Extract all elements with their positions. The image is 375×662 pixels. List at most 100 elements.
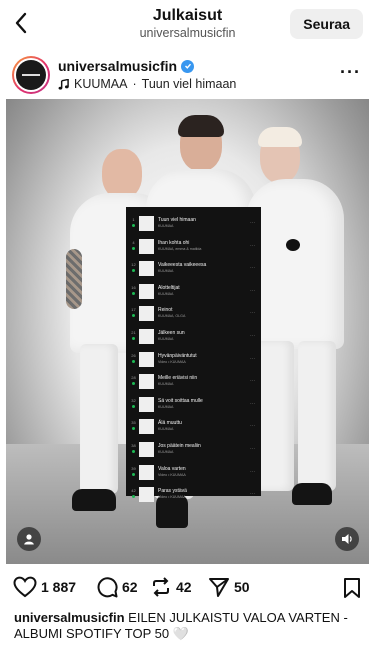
playlist-track-row: 32 Sä voit soittaa mulle KUUMAA ··· xyxy=(126,395,261,418)
track-rank: 12 xyxy=(131,262,136,268)
track-rank: 21 xyxy=(131,329,136,335)
track-more-icon: ··· xyxy=(250,332,255,339)
track-title: Tuun viel himaan xyxy=(158,217,196,223)
top-bar: Julkaisut universalmusicfin Seuraa xyxy=(0,0,375,48)
post-header: universalmusicfin KUUMAA · Tuun viel him… xyxy=(0,56,375,96)
track-artwork xyxy=(139,351,154,367)
track-trend-icon xyxy=(132,269,135,273)
track-trend-icon xyxy=(132,404,135,408)
more-options-button[interactable]: ··· xyxy=(340,62,361,83)
track-title: Jälkeen sun xyxy=(158,329,185,336)
spotify-chart-overlay: 1 Tuun viel himaan KUUMAA ··· 4 Ihan kohta oh… xyxy=(126,207,261,503)
track-more-icon: ··· xyxy=(250,423,255,430)
action-bar: 1 887 62 42 50 xyxy=(0,574,375,602)
track-artwork xyxy=(139,441,154,457)
save-button[interactable] xyxy=(343,577,361,604)
track-trend-icon xyxy=(132,314,135,318)
track-more-icon: ··· xyxy=(250,378,255,385)
avatar[interactable] xyxy=(12,56,50,94)
track-more-icon: ··· xyxy=(250,287,255,294)
track-rank: 28 xyxy=(131,375,136,381)
post-author[interactable]: universalmusicfin xyxy=(58,58,195,74)
more-caption-fade xyxy=(14,648,364,662)
track-title: Ihan kohta ohi xyxy=(158,239,190,246)
track-title: Sä voit soittaa mulle xyxy=(158,397,203,404)
track-more-icon: ··· xyxy=(250,491,255,498)
track-title: Jos päätein mealiin xyxy=(158,442,201,449)
comment-icon xyxy=(97,577,118,598)
comment-button[interactable]: 62 xyxy=(96,576,138,598)
track-artist: KUUMAA, emma & matilda xyxy=(158,246,202,251)
share-count: 50 xyxy=(234,579,250,595)
mute-toggle-button[interactable] xyxy=(335,527,359,551)
track-artist: KUUMAA xyxy=(158,291,174,296)
playlist-track-row: 42 Paras ystävä Video • KUUMAA ··· xyxy=(126,485,261,508)
track-title: Vaikeeesta vaikeeesa xyxy=(158,262,207,269)
track-artist: KUUMAA xyxy=(158,382,174,387)
comment-count: 62 xyxy=(122,579,138,595)
like-count: 1 887 xyxy=(41,579,77,595)
track-artwork xyxy=(139,374,154,390)
playlist-track-row: 35 Älä muuttu KUUMAA ··· xyxy=(126,417,261,440)
track-artwork xyxy=(139,216,154,231)
playlist-track-row: 38 Jos päätein mealiin KUUMAA ··· xyxy=(126,440,261,463)
track-rank: 4 xyxy=(132,239,135,245)
like-button[interactable]: 1 887 xyxy=(13,576,76,598)
repost-button[interactable]: 42 xyxy=(150,576,192,598)
author-username: universalmusicfin xyxy=(58,58,178,74)
track-artist: KUUMAA xyxy=(158,224,174,228)
music-separator: · xyxy=(132,77,137,91)
heart-icon xyxy=(13,576,37,598)
universal-music-logo xyxy=(16,60,46,90)
track-trend-icon xyxy=(132,449,135,453)
track-trend-icon xyxy=(132,472,135,476)
share-button[interactable]: 50 xyxy=(208,576,250,598)
track-more-icon: ··· xyxy=(250,468,255,475)
track-more-icon: ··· xyxy=(250,310,255,317)
band-member-right xyxy=(246,127,356,531)
track-artwork xyxy=(139,238,154,254)
track-trend-icon xyxy=(132,336,135,340)
playlist-track-row: 1 Tuun viel himaan KUUMAA ··· xyxy=(126,214,261,237)
track-more-icon: ··· xyxy=(250,445,255,452)
track-rank: 32 xyxy=(131,397,136,403)
track-artwork xyxy=(139,396,154,412)
back-button[interactable] xyxy=(6,8,36,38)
playlist-track-row: 4 Ihan kohta ohi KUUMAA, emma & matilda ··· xyxy=(126,237,261,260)
caption-username[interactable]: universalmusicfin xyxy=(14,610,125,625)
track-more-icon: ··· xyxy=(250,242,255,249)
track-artist: KUUMAA xyxy=(158,427,174,432)
speaker-icon xyxy=(341,534,352,544)
playlist-track-row: 12 Vaikeeesta vaikeeesa KUUMAA ··· xyxy=(126,259,261,282)
repost-count: 42 xyxy=(176,579,192,595)
tagged-users-button[interactable] xyxy=(17,527,41,551)
track-artwork xyxy=(139,419,154,435)
playlist-track-row: 17 Reinot KUUMAA, OLGA ··· xyxy=(126,304,261,327)
track-artwork xyxy=(139,261,154,277)
track-trend-icon xyxy=(132,382,135,386)
track-artwork xyxy=(139,306,154,322)
post-image[interactable]: 1 Tuun viel himaan KUUMAA ··· 4 Ihan kohta oh… xyxy=(6,99,369,564)
track-title: Reinot xyxy=(158,307,173,314)
track-trend-icon xyxy=(132,246,135,250)
track-trend-icon xyxy=(132,224,135,227)
playlist-track-row: 16 Alotteltijat KUUMAA ··· xyxy=(126,282,261,305)
post-caption: universalmusicfin EILEN JULKAISTU VALOA … xyxy=(14,610,364,642)
track-artist: KUUMAA xyxy=(158,449,174,454)
track-artwork xyxy=(139,487,154,503)
pin-badge-icon xyxy=(286,239,300,251)
bookmark-icon xyxy=(344,578,360,598)
chevron-left-icon xyxy=(15,12,27,34)
track-rank: 39 xyxy=(131,465,136,471)
track-artist: Video • KUUMAA xyxy=(158,359,186,364)
music-attribution[interactable]: KUUMAA · Tuun viel himaan xyxy=(58,77,236,91)
track-title: Meille eriävisi niin xyxy=(158,375,198,382)
playlist-track-row: 21 Jälkeen sun KUUMAA ··· xyxy=(126,327,261,350)
track-artist: KUUMAA, OLGA xyxy=(158,314,186,319)
track-trend-icon xyxy=(132,427,135,431)
track-title: Valoa varten xyxy=(158,465,186,472)
track-rank: 38 xyxy=(131,442,136,448)
music-track: Tuun viel himaan xyxy=(141,77,237,91)
follow-button[interactable]: Seuraa xyxy=(290,9,363,39)
more-horizontal-icon: ··· xyxy=(340,62,361,82)
